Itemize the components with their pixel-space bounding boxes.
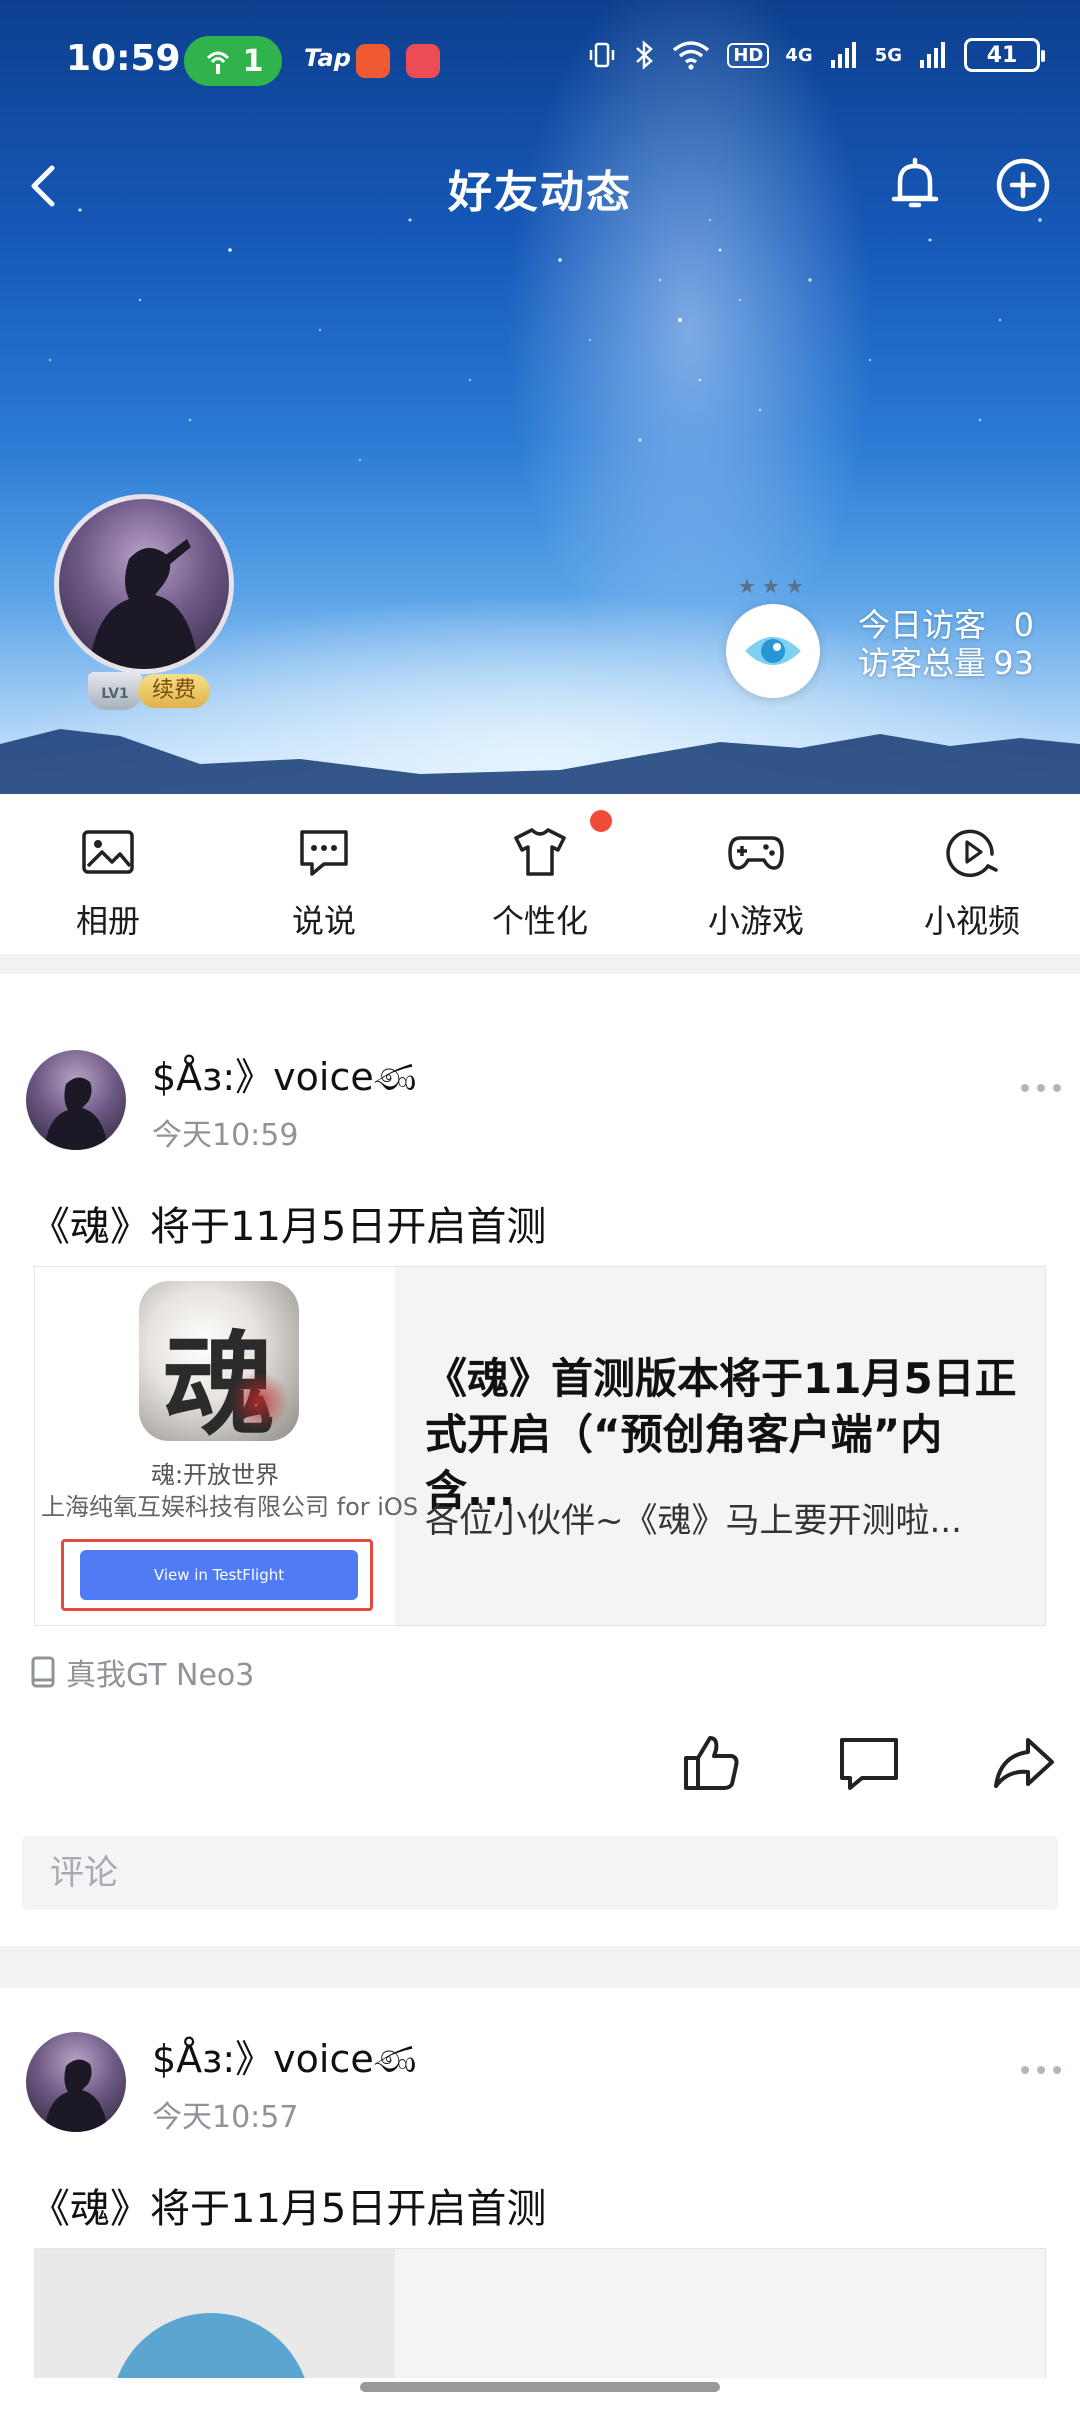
quick-nav-personalize[interactable]: 个性化 [432,794,648,954]
post-actions [0,1728,1080,1808]
add-circle-icon[interactable] [988,150,1058,220]
app-icon: 魂 [139,1281,299,1441]
signal-5g-label: 5G [874,44,902,66]
phone-icon [31,1656,55,1688]
battery-icon: 41 [964,38,1045,72]
shared-link-card[interactable]: 魂 魂:开放世界 上海纯氧互娱科技有限公司 for iOS View in Te… [34,1266,1046,1626]
home-indicator[interactable] [360,2382,720,2392]
app-notification-icon-1 [356,44,390,78]
bell-icon[interactable] [880,150,950,220]
hotspot-icon [206,51,229,74]
status-bar: 10:59 1 Tap HD 4G 5G 41 [0,0,1080,120]
vibrate-icon [590,42,615,68]
visitors-today-label: 今日访客 [858,606,987,644]
tshirt-icon [514,828,566,876]
section-divider [0,954,1080,974]
more-options-icon[interactable] [1018,2060,1064,2080]
feed-post: $Åɜ:》voiceණ 今天10:57 《魂》将于11月5日开启首测 [0,1988,1080,2378]
signal-icon-2 [920,42,945,68]
avatar-silhouette [89,539,199,669]
avatar-silhouette [44,2059,108,2132]
level-badge: LV1 [88,672,142,710]
top-nav: 好友动态 [0,140,1080,230]
gamepad-icon [728,836,784,870]
video-play-icon [946,829,998,878]
visitors-today-count: 0 [1013,606,1034,644]
wifi-icon [673,41,710,70]
hotspot-pill[interactable]: 1 [184,36,282,86]
renew-badge[interactable]: 续费 [138,674,210,708]
quick-nav-label: 相册 [75,902,140,940]
taptap-icon: Tap [304,44,351,72]
eye-icon [745,637,801,665]
profile-avatar[interactable] [54,494,234,674]
more-options-icon[interactable] [1018,1078,1064,1098]
thumb-app-name: 魂:开放世界 [150,1461,280,1489]
app-notification-icon-2 [406,44,440,78]
post-timestamp: 今天10:59 [152,1118,299,1153]
quick-nav-label: 说说 [291,902,356,940]
battery-level: 41 [986,42,1018,68]
post-text: 《魂》将于11月5日开启首测 [30,2186,547,2232]
quick-nav-games[interactable]: 小游戏 [648,794,864,954]
photo-album-icon [82,830,134,874]
cover-banner[interactable]: 10:59 1 Tap HD 4G 5G 41 好友动态 LV1 续费 ★★★ … [0,0,1080,794]
highlight-frame: View in TestFlight [61,1539,373,1611]
comment-icon[interactable] [834,1728,904,1798]
ink-splash [229,1371,289,1431]
quick-nav-album[interactable]: 相册 [0,794,216,954]
feed-post: $Åɜ:》voiceණ 今天10:59 《魂》将于11月5日开启首测 魂 魂:开… [0,974,1080,1944]
thumbnail-image [111,2313,311,2378]
quick-nav-label: 小游戏 [707,902,804,940]
link-description: 各位小伙伴~《魂》马上要开测啦... [425,1501,962,1541]
avatar-silhouette [44,1077,108,1150]
quick-nav-label: 个性化 [491,902,588,940]
post-author-name[interactable]: $Åɜ:》voiceණ [152,2028,416,2083]
share-icon[interactable] [990,1728,1060,1798]
like-icon[interactable] [676,1728,746,1798]
link-thumbnail: 魂 魂:开放世界 上海纯氧互娱科技有限公司 for iOS View in Te… [35,1267,418,1625]
status-time: 10:59 [66,38,181,79]
quick-nav-bar: 相册 说说 个性化 小游戏 小视频 [0,794,1080,954]
comment-input[interactable]: 评论 [22,1836,1058,1910]
device-name: 真我GT Neo3 [66,1658,255,1693]
shared-link-card[interactable] [34,2248,1046,2378]
hotspot-count: 1 [242,43,264,79]
post-text: 《魂》将于11月5日开启首测 [30,1204,547,1250]
section-divider [0,1946,1080,1988]
visitors-total-label: 访客总量 [858,644,987,682]
visitors-total-count: 93 [993,644,1034,682]
visitor-stats[interactable]: 今日访客 0 访客总量 93 [858,606,1034,682]
testflight-button: View in TestFlight [80,1550,358,1600]
signal-4g-label: 4G [785,44,813,66]
notification-dot [590,810,612,832]
post-author-name[interactable]: $Åɜ:》voiceණ [152,1046,416,1101]
chat-bubble-icon [300,830,348,876]
status-indicators: HD 4G 5G 41 [587,38,1045,72]
post-author-avatar[interactable] [26,1050,126,1150]
post-author-avatar[interactable] [26,2032,126,2132]
link-thumbnail [35,2249,395,2378]
hd-icon: HD [727,42,770,68]
visitor-stars: ★★★ [738,574,810,598]
level-badge-group[interactable]: LV1 续费 [88,668,210,710]
quick-nav-videos[interactable]: 小视频 [864,794,1080,954]
quick-nav-moments[interactable]: 说说 [216,794,432,954]
visitor-eye-button[interactable] [726,604,820,698]
signal-icon-1 [830,42,856,68]
thumb-company: 上海纯氧互娱科技有限公司 for iOS [41,1493,419,1521]
quick-nav-label: 小视频 [923,902,1020,940]
bluetooth-icon [636,40,654,70]
post-timestamp: 今天10:57 [152,2100,299,2135]
post-device: 真我GT Neo3 [30,1650,254,1694]
